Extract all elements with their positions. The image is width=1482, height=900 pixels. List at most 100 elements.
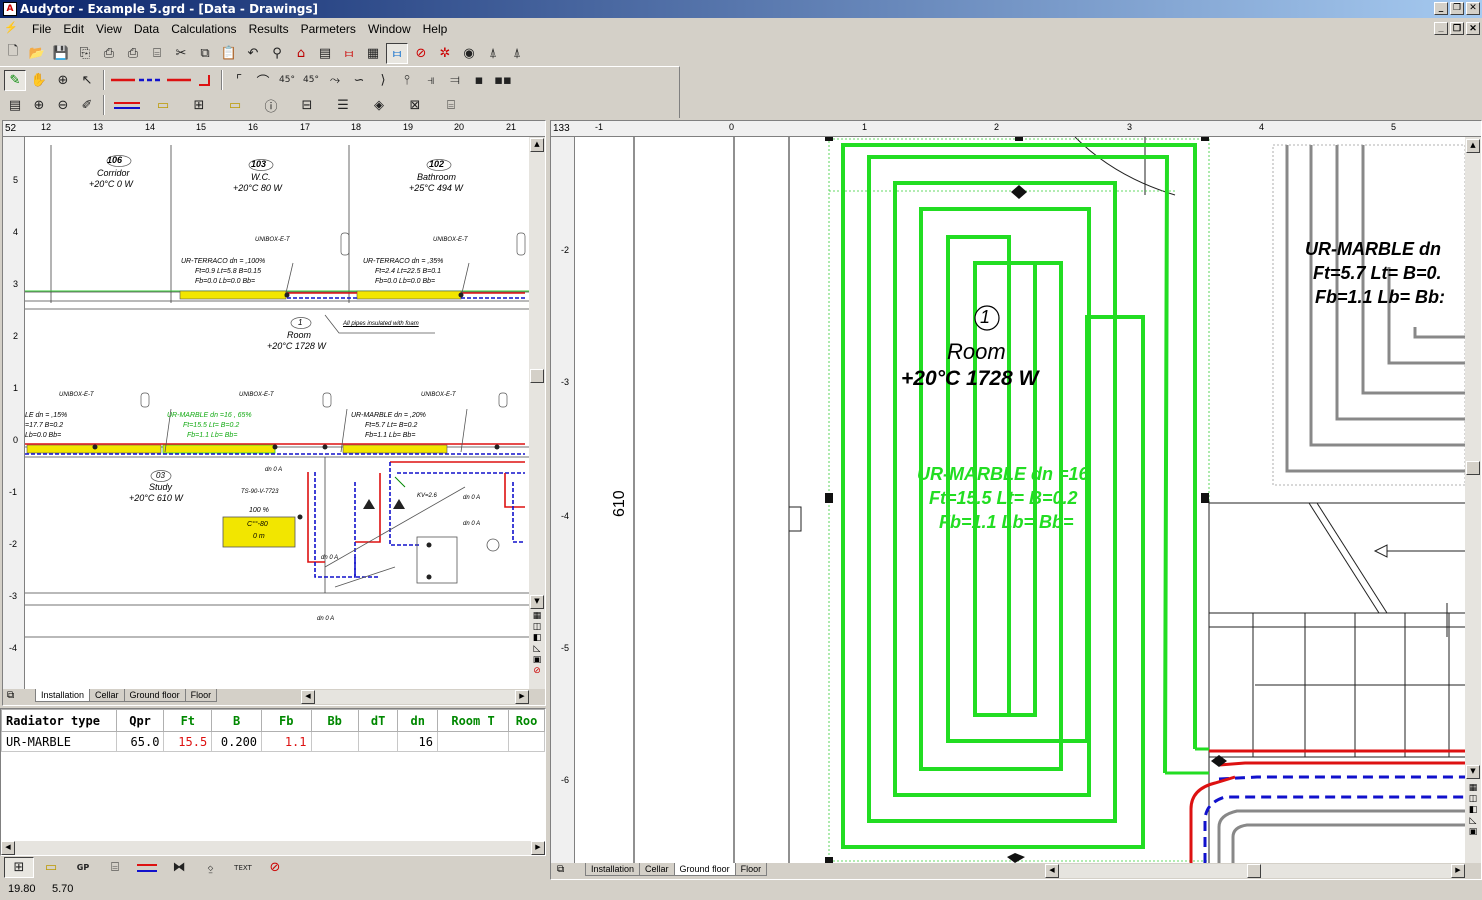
tab-ground-floor[interactable]: Ground floor bbox=[673, 863, 736, 876]
fitting-pair-icon[interactable]: ▪▪ bbox=[492, 70, 514, 91]
open-folder-icon[interactable]: 📂 bbox=[26, 43, 48, 64]
supply-pipe-icon[interactable] bbox=[110, 70, 136, 91]
scroll-right-button[interactable]: ▶ bbox=[515, 690, 529, 704]
cell[interactable] bbox=[357, 731, 399, 752]
restore-button[interactable]: ❐ bbox=[1450, 2, 1464, 15]
col-header[interactable]: Roo bbox=[508, 709, 545, 732]
zoom-in-icon[interactable]: ⊕ bbox=[28, 95, 50, 116]
drawing-hscrollbar[interactable]: ◀ ▶ bbox=[1045, 864, 1465, 878]
stop-icon[interactable]: ⊘ bbox=[530, 666, 544, 676]
scroll-thumb[interactable] bbox=[1466, 461, 1480, 475]
mdi-close-button[interactable]: ✕ bbox=[1466, 22, 1480, 35]
tab-installation[interactable]: Installation bbox=[35, 689, 91, 702]
device-list-icon[interactable]: ⊟ bbox=[290, 95, 324, 116]
pipe-tab-icon[interactable] bbox=[110, 95, 144, 116]
grid-icon[interactable]: ▦ bbox=[1466, 783, 1480, 793]
cell[interactable] bbox=[508, 731, 545, 752]
vertical-scrollbar[interactable]: ▲ ▼ ▦ ◫ ◧ ◺ ▣ ⊘ bbox=[529, 137, 545, 689]
menu-data[interactable]: Data bbox=[128, 22, 165, 36]
device-tab-icon[interactable]: ⊞ bbox=[182, 95, 216, 116]
tab-cellar[interactable]: Cellar bbox=[639, 863, 675, 876]
col-header[interactable]: Fb bbox=[261, 709, 312, 732]
color-tab-icon[interactable]: ◈ bbox=[362, 95, 396, 116]
scroll-thumb[interactable] bbox=[530, 369, 544, 383]
network-icon[interactable]: ⧓ bbox=[164, 857, 194, 878]
curve-icon[interactable]: ∽ bbox=[348, 70, 370, 91]
new-file-icon[interactable]: 🗋 bbox=[2, 43, 24, 64]
valve-alt-icon[interactable]: ⍋ bbox=[506, 43, 528, 64]
export-icon[interactable]: ⎘ bbox=[74, 43, 96, 64]
zoom-out-icon[interactable]: ⊖ bbox=[52, 95, 74, 116]
horizontal-scrollbar[interactable]: ◀ ▶ bbox=[301, 690, 529, 704]
paste-icon[interactable]: 📋 bbox=[218, 43, 240, 64]
text-icon[interactable]: TEXT bbox=[228, 857, 258, 878]
return-pipe-icon[interactable] bbox=[138, 70, 164, 91]
riser-icon[interactable] bbox=[194, 70, 216, 91]
pipe-pair-icon[interactable] bbox=[166, 70, 192, 91]
menu-parameters[interactable]: Parmeters bbox=[295, 22, 362, 36]
sheets-icon[interactable]: ⧉ bbox=[557, 864, 564, 875]
col-header[interactable]: dn bbox=[397, 709, 438, 732]
list-tab-icon[interactable]: ☰ bbox=[326, 95, 360, 116]
drawing-icon[interactable]: ▤ bbox=[314, 43, 336, 64]
bend-45-icon[interactable]: 45° bbox=[276, 70, 298, 91]
col-header[interactable]: Radiator type bbox=[1, 709, 117, 732]
cell[interactable]: 15.5 bbox=[163, 731, 213, 752]
scroll-down-button[interactable]: ▼ bbox=[1466, 765, 1480, 779]
menu-file[interactable]: File bbox=[26, 22, 57, 36]
settings-icon[interactable]: ✲ bbox=[434, 43, 456, 64]
cell[interactable]: 16 bbox=[397, 731, 438, 752]
gp-icon[interactable]: GP bbox=[68, 857, 98, 878]
elbow-icon[interactable]: ⌜ bbox=[228, 70, 250, 91]
heater-tab-icon[interactable]: ▭ bbox=[218, 95, 252, 116]
audytor-icon[interactable]: A bbox=[3, 2, 17, 16]
branch-icon[interactable]: ⫣ bbox=[420, 70, 442, 91]
pan-icon[interactable]: ✋ bbox=[28, 70, 50, 91]
fitting-icon[interactable]: ▪ bbox=[468, 70, 490, 91]
radiator-icon[interactable]: ▭ bbox=[36, 857, 66, 878]
scroll-up-button[interactable]: ▲ bbox=[1466, 139, 1480, 153]
cut-icon[interactable]: ✂ bbox=[170, 43, 192, 64]
save-icon[interactable]: 💾 bbox=[50, 43, 72, 64]
layers-icon[interactable]: ◧ bbox=[530, 633, 544, 643]
menu-view[interactable]: View bbox=[90, 22, 128, 36]
col-header[interactable]: Bb bbox=[310, 709, 359, 732]
print-icon[interactable]: ⎙ bbox=[98, 43, 120, 64]
snap-icon[interactable]: ◫ bbox=[530, 622, 544, 632]
layers-icon[interactable]: ◧ bbox=[1466, 805, 1480, 815]
plan-tab-icon[interactable]: ⊠ bbox=[398, 95, 432, 116]
valve-icon[interactable]: ⍋ bbox=[482, 43, 504, 64]
minimize-button[interactable]: _ bbox=[1434, 2, 1448, 15]
mdi-restore-button[interactable]: ❐ bbox=[1450, 22, 1464, 35]
calculator-icon[interactable]: ▦ bbox=[362, 43, 384, 64]
print-preview-icon[interactable]: ⎙ bbox=[122, 43, 144, 64]
menu-edit[interactable]: Edit bbox=[57, 22, 90, 36]
col-header[interactable]: Qpr bbox=[115, 709, 165, 732]
hscroll-thumb[interactable] bbox=[1247, 864, 1261, 878]
scroll-up-button[interactable]: ▲ bbox=[530, 138, 544, 152]
layout-icon[interactable]: ▣ bbox=[1466, 827, 1480, 837]
properties-icon[interactable]: ▤ bbox=[4, 95, 26, 116]
menu-results[interactable]: Results bbox=[243, 22, 295, 36]
bend-45b-icon[interactable]: 45° bbox=[300, 70, 322, 91]
col-header[interactable]: dT bbox=[357, 709, 399, 732]
radiator-table[interactable]: Radiator type Qpr Ft B Fb Bb dT dn Room … bbox=[1, 709, 545, 752]
line-icon[interactable]: ◺ bbox=[530, 644, 544, 654]
tab-floor[interactable]: Floor bbox=[184, 689, 218, 702]
building-icon[interactable]: ⌂ bbox=[290, 43, 312, 64]
col-header[interactable]: Room T bbox=[436, 709, 510, 732]
tab-installation[interactable]: Installation bbox=[585, 863, 641, 876]
mdi-minimize-button[interactable]: _ bbox=[1434, 22, 1448, 35]
tables-icon[interactable]: ⧦ bbox=[386, 42, 408, 64]
radiator-tab-icon[interactable]: ▭ bbox=[146, 95, 180, 116]
undo-icon[interactable]: ↶ bbox=[242, 43, 264, 64]
globe-icon[interactable]: ◉ bbox=[458, 43, 480, 64]
scroll-left-button[interactable]: ◀ bbox=[1045, 864, 1059, 878]
menu-help[interactable]: Help bbox=[417, 22, 454, 36]
line-icon[interactable]: ◺ bbox=[1466, 816, 1480, 826]
col-header[interactable]: Ft bbox=[163, 709, 213, 732]
stop-calc-icon[interactable]: ⊘ bbox=[410, 43, 432, 64]
cell[interactable] bbox=[310, 731, 359, 752]
snap-icon[interactable]: ◫ bbox=[1466, 794, 1480, 804]
stop-icon[interactable]: ⊘ bbox=[260, 857, 290, 878]
